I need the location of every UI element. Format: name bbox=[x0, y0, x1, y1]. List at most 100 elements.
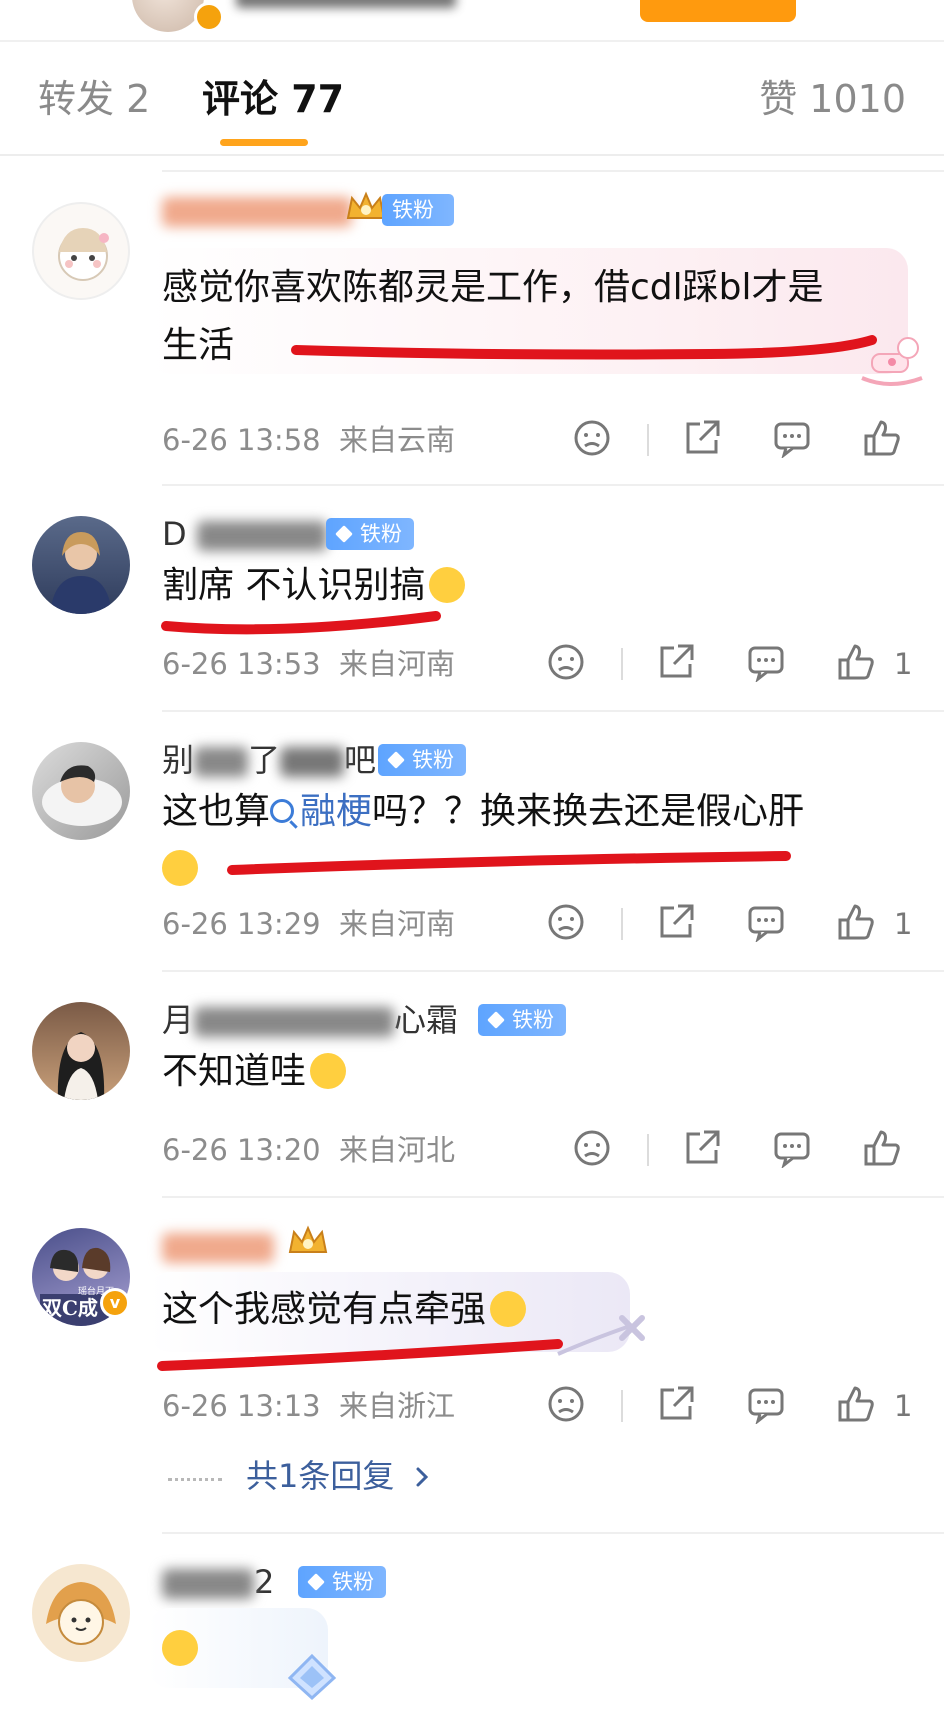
share-icon bbox=[686, 1130, 720, 1164]
diamond-sticker-icon bbox=[287, 1653, 337, 1701]
comment-meta: 6-26 13:20 来自河北 bbox=[162, 1130, 455, 1170]
like-button[interactable] bbox=[836, 642, 876, 686]
replies-dots bbox=[168, 1478, 222, 1485]
diamond-icon bbox=[335, 525, 353, 543]
topic-link[interactable]: 融梗 bbox=[300, 791, 372, 832]
share-button[interactable] bbox=[656, 1384, 696, 1428]
username-redacted[interactable]: 2 bbox=[162, 1560, 274, 1604]
fan-badge: 铁粉2 bbox=[478, 1004, 566, 1064]
blush-emoji-icon bbox=[490, 1291, 527, 1327]
comment-item: 别了吧 铁粉2 这也算 融梗吗？？换来换去还是假心肝 6-26 13:29 来自河… bbox=[0, 724, 944, 974]
reply-button[interactable] bbox=[746, 1384, 786, 1428]
like-icon bbox=[838, 644, 874, 680]
avatar[interactable] bbox=[32, 1002, 130, 1100]
share-button[interactable] bbox=[656, 902, 696, 946]
username-redacted[interactable]: 月心霜 bbox=[162, 998, 458, 1042]
reply-icon bbox=[748, 1388, 784, 1424]
dislike-button[interactable] bbox=[546, 642, 586, 686]
tab-repost[interactable]: 转发 2 bbox=[38, 76, 150, 122]
avatar[interactable] bbox=[32, 516, 130, 614]
divider bbox=[621, 648, 623, 680]
laughing-emoji-icon bbox=[162, 1630, 198, 1666]
avatar[interactable] bbox=[32, 202, 130, 300]
comment-time: 6-26 13:53 bbox=[162, 647, 321, 681]
divider bbox=[621, 1390, 623, 1422]
divider bbox=[647, 424, 649, 456]
share-button[interactable] bbox=[656, 642, 696, 686]
like-button[interactable] bbox=[836, 1384, 876, 1428]
reply-button[interactable] bbox=[746, 902, 786, 946]
poster-name-redacted bbox=[236, 0, 456, 8]
follow-button[interactable] bbox=[640, 0, 796, 22]
comment-time: 6-26 13:13 bbox=[162, 1389, 321, 1423]
share-button[interactable] bbox=[682, 418, 722, 462]
divider bbox=[162, 970, 944, 972]
username-redacted[interactable]: D bbox=[162, 512, 327, 556]
like-button[interactable] bbox=[836, 902, 876, 946]
username-redacted[interactable]: 别了吧 bbox=[162, 738, 376, 782]
dislike-button[interactable] bbox=[546, 902, 586, 946]
fan-badge: 铁粉4 bbox=[326, 518, 414, 578]
comment-text: 不知道哇 bbox=[162, 1044, 347, 1100]
comment-item: D 铁粉4 割席 不认识别搞 6-26 13:53 来自河南 1 bbox=[0, 498, 944, 708]
dislike-button[interactable] bbox=[572, 418, 612, 462]
red-annotation-line bbox=[157, 1339, 563, 1371]
comment-meta: 6-26 13:53 来自河南 bbox=[162, 644, 455, 684]
dislike-icon bbox=[574, 1130, 610, 1166]
comment-meta: 6-26 13:29 来自河南 bbox=[162, 904, 455, 944]
fan-badge: 铁粉5 bbox=[298, 1566, 386, 1626]
divider bbox=[162, 1532, 944, 1534]
dislike-button[interactable] bbox=[572, 1128, 612, 1172]
bone-sticker-icon bbox=[557, 1315, 645, 1356]
woman-photo-avatar-icon bbox=[50, 532, 112, 614]
red-annotation-line bbox=[227, 851, 791, 875]
avatar[interactable] bbox=[32, 742, 130, 840]
share-icon bbox=[660, 1386, 694, 1420]
like-icon bbox=[864, 420, 900, 456]
tab-like[interactable]: 赞 1010 bbox=[759, 76, 906, 122]
like-icon bbox=[838, 904, 874, 940]
verified-icon: v bbox=[100, 1288, 130, 1318]
surprised-emoji-icon bbox=[310, 1053, 347, 1089]
avatar[interactable] bbox=[32, 1564, 130, 1662]
diamond-icon bbox=[387, 751, 405, 769]
comment-text-line2: 生活 bbox=[162, 325, 235, 366]
dislike-icon bbox=[548, 904, 584, 940]
like-count: 1 bbox=[894, 1389, 913, 1423]
share-button[interactable] bbox=[682, 1128, 722, 1172]
search-icon bbox=[270, 799, 295, 823]
girl-photo-avatar-icon bbox=[57, 1032, 105, 1100]
reply-button[interactable] bbox=[746, 642, 786, 686]
crown-icon bbox=[288, 1225, 328, 1253]
fan-badge: 铁粉4 bbox=[382, 194, 454, 254]
dislike-icon bbox=[548, 644, 584, 680]
like-button[interactable] bbox=[862, 1128, 902, 1172]
hug-emoji-icon bbox=[429, 567, 466, 603]
comment-item: 铁粉4 感觉你喜欢陈都灵是工作，借cdl踩bl才是 生活 6-26 13:58 … bbox=[0, 180, 944, 480]
laughing-emoji-icon bbox=[162, 850, 198, 886]
comment-text: 感觉你喜欢陈都灵是工作，借cdl踩bl才是 bbox=[162, 267, 824, 308]
divider bbox=[621, 908, 623, 940]
reply-button[interactable] bbox=[772, 418, 812, 462]
divider bbox=[162, 1196, 944, 1198]
chevron-right-icon bbox=[416, 1467, 428, 1487]
active-tab-indicator bbox=[220, 139, 308, 146]
username-redacted[interactable] bbox=[162, 188, 352, 232]
tab-comment[interactable]: 评论 77 bbox=[202, 76, 344, 122]
dislike-button[interactable] bbox=[546, 1384, 586, 1428]
comment-time: 6-26 13:20 bbox=[162, 1133, 321, 1167]
divider bbox=[162, 484, 944, 486]
divider bbox=[0, 154, 944, 156]
comment-text: 这也算 融梗吗？？换来换去还是假心肝 bbox=[162, 791, 805, 832]
cartoon-bear-avatar-icon bbox=[46, 1582, 116, 1645]
view-replies-link[interactable]: 共1条回复 bbox=[246, 1454, 433, 1498]
reply-button[interactable] bbox=[772, 1128, 812, 1172]
fan-badge: 铁粉2 bbox=[378, 744, 466, 804]
comment-time: 6-26 13:58 bbox=[162, 423, 321, 457]
red-annotation-line bbox=[161, 611, 441, 635]
username-redacted[interactable] bbox=[162, 1224, 274, 1268]
like-button[interactable] bbox=[862, 418, 902, 462]
verified-icon bbox=[194, 2, 224, 32]
dislike-icon bbox=[574, 420, 610, 456]
back-icon[interactable] bbox=[40, 0, 64, 10]
